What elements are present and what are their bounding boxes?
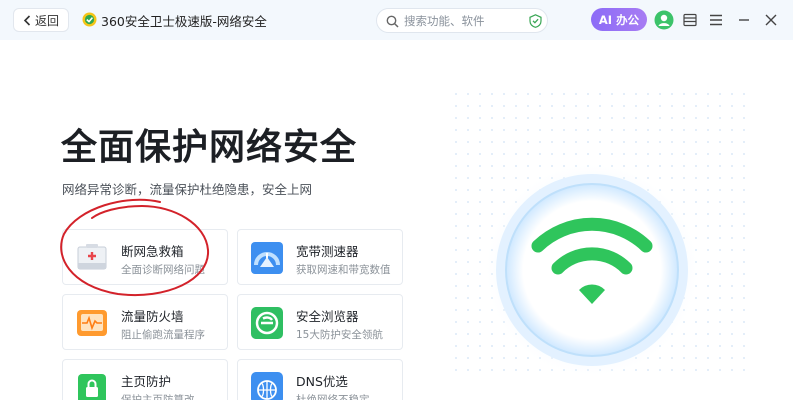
skin-icon[interactable] — [680, 10, 700, 30]
card-desc: 杜绝网络不稳定 — [296, 394, 370, 400]
back-arrow-icon — [23, 14, 31, 26]
ai-office-button[interactable]: AI 办公 — [591, 8, 647, 31]
search-icon — [386, 15, 399, 28]
back-button[interactable]: 返回 — [13, 8, 69, 32]
homepage-lock-icon — [78, 374, 106, 400]
search-box[interactable] — [376, 8, 548, 33]
avatar-icon[interactable] — [654, 10, 674, 30]
card-desc: 阻止偷跑流量程序 — [121, 329, 205, 341]
speedometer-icon — [251, 242, 283, 274]
page-headline: 全面保护网络安全 — [61, 127, 358, 168]
card-title: 断网急救箱 — [121, 244, 184, 259]
wifi-illustration — [450, 90, 750, 380]
card-desc: 获取网速和带宽数值 — [296, 264, 391, 276]
card-dns-optimize[interactable]: DNS优选 杜绝网络不稳定 — [237, 359, 403, 400]
back-label: 返回 — [34, 13, 59, 28]
first-aid-kit-icon — [77, 244, 107, 270]
browser-icon — [251, 307, 283, 339]
card-desc: 全面诊断网络问题 — [121, 264, 205, 276]
card-title: DNS优选 — [296, 374, 348, 389]
card-title: 宽带测速器 — [296, 244, 359, 259]
app-logo-icon — [82, 12, 97, 27]
page-subtitle: 网络异常诊断，流量保护杜绝隐患，安全上网 — [62, 182, 313, 197]
app-title: 360安全卫士极速版-网络安全 — [101, 14, 267, 29]
card-title: 主页防护 — [121, 374, 172, 389]
close-icon[interactable] — [761, 10, 781, 30]
card-network-first-aid[interactable]: 断网急救箱 全面诊断网络问题 — [62, 229, 228, 285]
card-title: 流量防火墙 — [121, 309, 184, 324]
card-homepage-protection[interactable]: 主页防护 保护主页防篡改 — [62, 359, 228, 400]
dns-globe-icon — [251, 372, 283, 400]
card-speed-test[interactable]: 宽带测速器 获取网速和带宽数值 — [237, 229, 403, 285]
card-desc: 保护主页防篡改 — [121, 394, 195, 400]
card-secure-browser[interactable]: 安全浏览器 15大防护安全领航 — [237, 294, 403, 350]
minimize-icon[interactable] — [734, 10, 754, 30]
menu-icon[interactable] — [706, 10, 726, 30]
firewall-icon — [77, 310, 107, 336]
card-desc: 15大防护安全领航 — [296, 329, 383, 341]
card-title: 安全浏览器 — [296, 309, 359, 324]
shield-check-icon[interactable] — [529, 14, 542, 28]
title-bar: 返回 360安全卫士极速版-网络安全 AI 办公 — [0, 0, 793, 40]
search-input[interactable] — [404, 13, 522, 29]
card-traffic-firewall[interactable]: 流量防火墙 阻止偷跑流量程序 — [62, 294, 228, 350]
